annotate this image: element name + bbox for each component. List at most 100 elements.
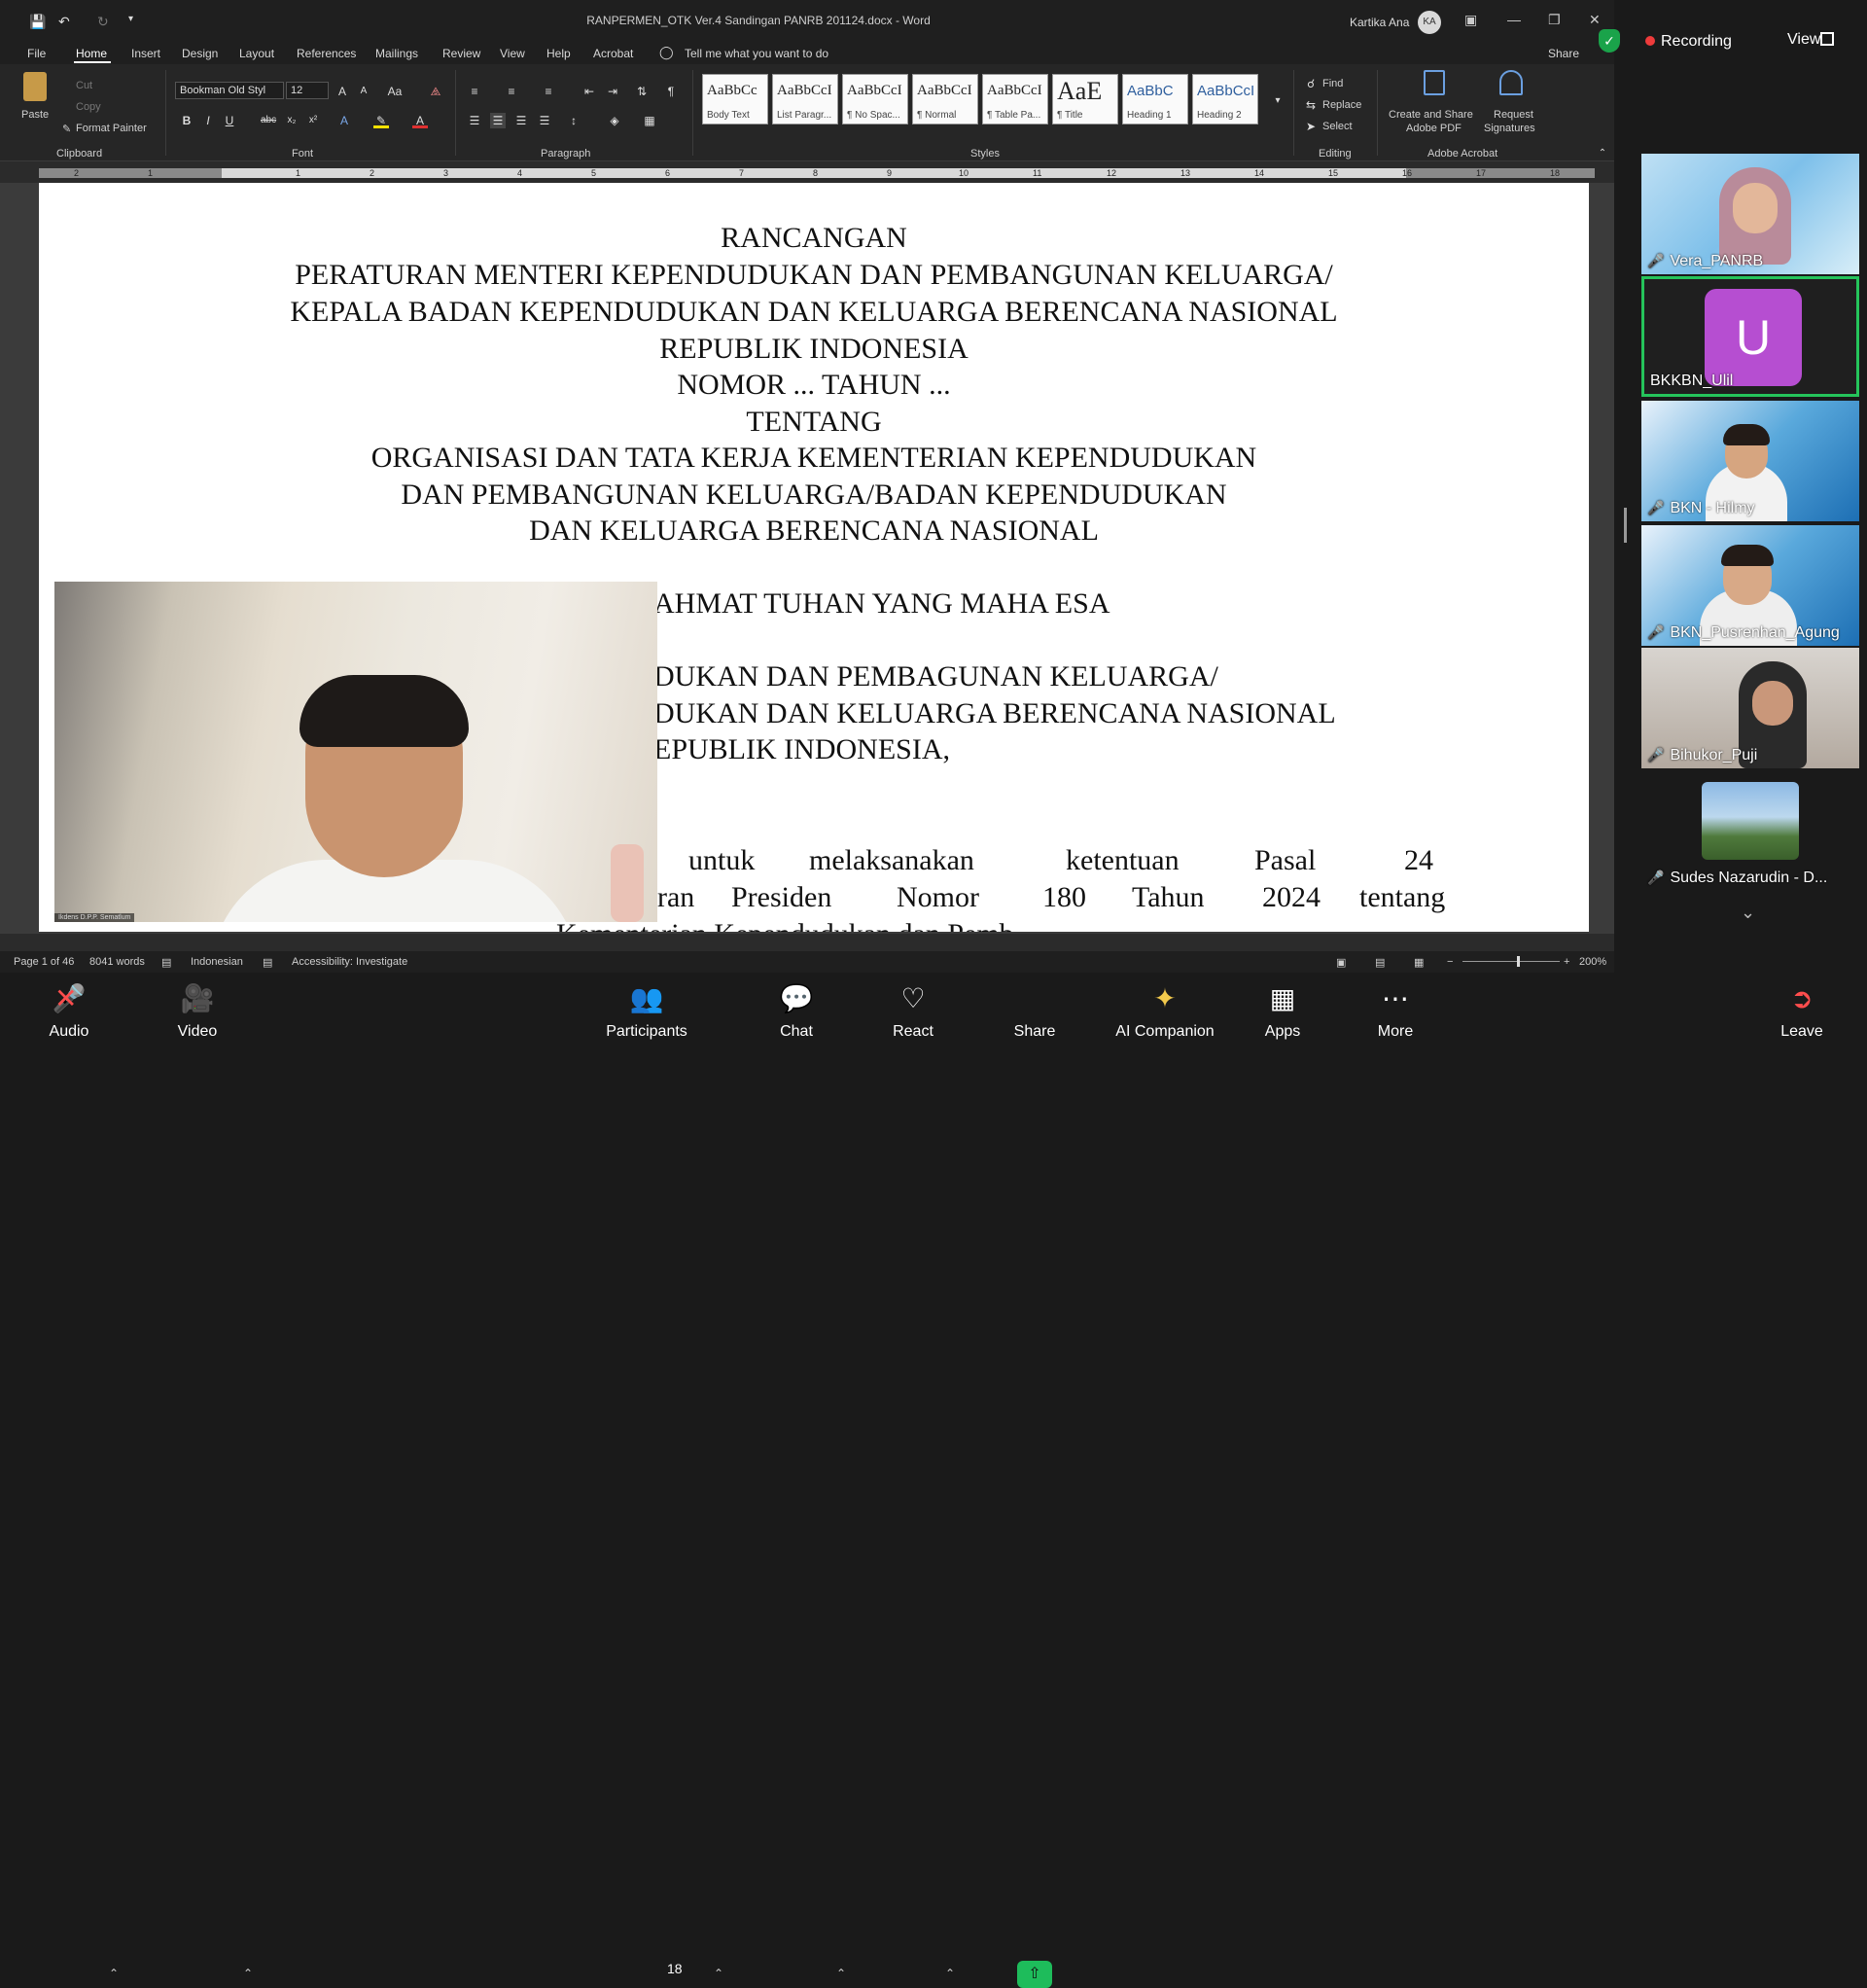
gallery-view-icon[interactable] xyxy=(1820,32,1834,46)
style-heading-2[interactable]: AaBbCcI Heading 2 xyxy=(1192,74,1258,124)
increase-indent-icon[interactable]: ⇥ xyxy=(605,84,620,99)
tab-mailings[interactable]: Mailings xyxy=(375,47,418,60)
copy-button[interactable]: Copy xyxy=(76,101,101,113)
tab-file[interactable]: File xyxy=(27,47,46,60)
zoom-level[interactable]: 200% xyxy=(1579,956,1606,968)
track-changes-icon[interactable]: ▤ xyxy=(263,956,272,969)
print-layout-icon[interactable]: ▤ xyxy=(1375,956,1385,969)
leave-button[interactable]: ➲ Leave xyxy=(1748,973,1855,1050)
react-button[interactable]: ♡ React xyxy=(860,973,967,1050)
share-screen-icon[interactable]: ⇧ xyxy=(1017,1961,1052,1988)
audio-button[interactable]: 🎤 ✕ Audio xyxy=(16,973,123,1050)
tell-me-search[interactable]: Tell me what you want to do xyxy=(685,47,828,60)
underline-icon[interactable]: U xyxy=(222,113,237,128)
language[interactable]: Indonesian xyxy=(191,956,243,968)
word-count[interactable]: 8041 words xyxy=(89,956,145,968)
tab-insert[interactable]: Insert xyxy=(131,47,160,60)
decrease-indent-icon[interactable]: ⇤ xyxy=(581,84,597,99)
speaker-video[interactable]: Ikdens D.P.P. Sematlum xyxy=(54,582,657,922)
shrink-font-icon[interactable]: A xyxy=(356,84,371,99)
participant-tile[interactable]: 🎤 BKN - Hilmy xyxy=(1641,401,1859,521)
tab-help[interactable]: Help xyxy=(546,47,571,60)
numbering-icon[interactable]: ≡ xyxy=(504,84,519,99)
apps-button[interactable]: ▦ Apps xyxy=(1229,973,1336,1050)
tab-view[interactable]: View xyxy=(500,47,525,60)
replace-button[interactable]: Replace xyxy=(1322,99,1361,111)
tab-references[interactable]: References xyxy=(297,47,356,60)
participant-tile[interactable]: 🎤 Vera_PANRB xyxy=(1641,154,1859,274)
find-button[interactable]: Find xyxy=(1322,78,1343,89)
paste-button[interactable]: Paste xyxy=(21,109,49,121)
gallery-resize-handle[interactable] xyxy=(1624,508,1627,543)
zoom-in-icon[interactable]: + xyxy=(1564,956,1569,968)
tab-design[interactable]: Design xyxy=(182,47,218,60)
style-heading-1[interactable]: AaBbC Heading 1 xyxy=(1122,74,1188,124)
accessibility-status[interactable]: Accessibility: Investigate xyxy=(292,956,407,968)
user-avatar[interactable]: KA xyxy=(1418,11,1441,34)
bullets-icon[interactable]: ≡ xyxy=(467,84,482,99)
style-list-paragraph[interactable]: AaBbCcI List Paragr... xyxy=(772,74,838,124)
minimize-icon[interactable]: — xyxy=(1507,12,1521,27)
user-name[interactable]: Kartika Ana xyxy=(1350,16,1409,29)
change-case-icon[interactable]: Aa xyxy=(387,84,403,99)
style-table-paragraph[interactable]: AaBbCcI ¶ Table Pa... xyxy=(982,74,1048,124)
chevron-down-icon[interactable]: ⌄ xyxy=(1741,903,1755,923)
format-painter-button[interactable]: Format Painter xyxy=(76,123,147,134)
style-normal[interactable]: AaBbCcI ¶ Normal xyxy=(912,74,978,124)
strikethrough-icon[interactable]: abc xyxy=(261,113,276,128)
tab-acrobat[interactable]: Acrobat xyxy=(593,47,633,60)
web-layout-icon[interactable]: ▦ xyxy=(1414,956,1424,969)
chat-button[interactable]: 💬 Chat xyxy=(743,973,850,1050)
participant-tile[interactable]: 🎤 BKN_Pusrenhan_Agung xyxy=(1641,525,1859,646)
chat-options-chevron-icon[interactable]: ⌃ xyxy=(836,1967,846,1980)
tab-home[interactable]: Home xyxy=(76,47,107,60)
video-options-chevron-icon[interactable]: ⌃ xyxy=(243,1967,253,1980)
participant-tile[interactable]: 🎤 Bihukor_Puji xyxy=(1641,648,1859,768)
cut-button[interactable]: Cut xyxy=(76,80,92,91)
sort-icon[interactable]: ⇅ xyxy=(634,84,650,99)
styles-more-icon[interactable]: ▾ xyxy=(1270,93,1286,109)
zoom-slider-thumb[interactable] xyxy=(1517,956,1520,967)
style-body-text[interactable]: AaBbCc Body Text xyxy=(702,74,768,124)
align-right-icon[interactable]: ☰ xyxy=(513,113,529,128)
italic-icon[interactable]: I xyxy=(200,113,216,128)
audio-options-chevron-icon[interactable]: ⌃ xyxy=(109,1967,119,1980)
align-center-icon[interactable]: ☰ xyxy=(490,113,506,128)
zoom-slider[interactable] xyxy=(1462,961,1560,962)
shading-icon[interactable]: ◈ xyxy=(607,113,622,128)
recording-indicator[interactable]: Recording xyxy=(1645,33,1732,51)
proofing-icon[interactable]: ▤ xyxy=(161,956,171,969)
participant-tile[interactable]: 🎤 Sudes Nazarudin - D... xyxy=(1641,770,1859,891)
horizontal-ruler[interactable]: 2 1 1 2 3 4 5 6 7 8 9 10 11 12 13 14 15 … xyxy=(0,165,1614,181)
create-pdf-icon[interactable] xyxy=(1424,70,1445,95)
share-button[interactable]: Share xyxy=(1548,47,1579,60)
view-button[interactable]: View xyxy=(1787,31,1820,49)
style-title[interactable]: AaE ¶ Title xyxy=(1052,74,1118,124)
text-effects-icon[interactable]: A xyxy=(336,113,352,128)
clear-formatting-icon[interactable]: ⧌ xyxy=(428,84,443,99)
multilevel-list-icon[interactable]: ≡ xyxy=(541,84,556,99)
ai-companion-button[interactable]: ✦ AI Companion xyxy=(1109,973,1221,1050)
create-share-pdf-line2[interactable]: Adobe PDF xyxy=(1406,123,1462,134)
video-button[interactable]: 🎥 Video xyxy=(144,973,251,1050)
borders-icon[interactable]: ▦ xyxy=(642,113,657,128)
zoom-out-icon[interactable]: − xyxy=(1447,956,1453,968)
create-share-pdf-line1[interactable]: Create and Share xyxy=(1389,109,1473,121)
participant-tile-active-speaker[interactable]: U BKKBN_Ulil xyxy=(1641,276,1859,397)
react-options-chevron-icon[interactable]: ⌃ xyxy=(945,1967,955,1980)
font-color-icon[interactable]: A xyxy=(412,113,428,128)
justify-icon[interactable]: ☰ xyxy=(537,113,552,128)
align-left-icon[interactable]: ☰ xyxy=(467,113,482,128)
page-count[interactable]: Page 1 of 46 xyxy=(14,956,74,968)
read-mode-icon[interactable]: ▣ xyxy=(1336,956,1346,969)
participants-button[interactable]: 👥 Participants xyxy=(593,973,700,1050)
request-signatures-line1[interactable]: Request xyxy=(1494,109,1533,121)
grow-font-icon[interactable]: A xyxy=(335,84,350,99)
line-spacing-icon[interactable]: ↕ xyxy=(566,113,581,128)
style-no-spacing[interactable]: AaBbCcI ¶ No Spac... xyxy=(842,74,908,124)
share-button[interactable]: Share xyxy=(981,973,1088,1050)
participants-options-chevron-icon[interactable]: ⌃ xyxy=(714,1967,723,1980)
paste-icon[interactable] xyxy=(23,72,47,101)
request-signatures-icon[interactable] xyxy=(1499,70,1523,95)
superscript-icon[interactable]: x² xyxy=(305,113,321,128)
